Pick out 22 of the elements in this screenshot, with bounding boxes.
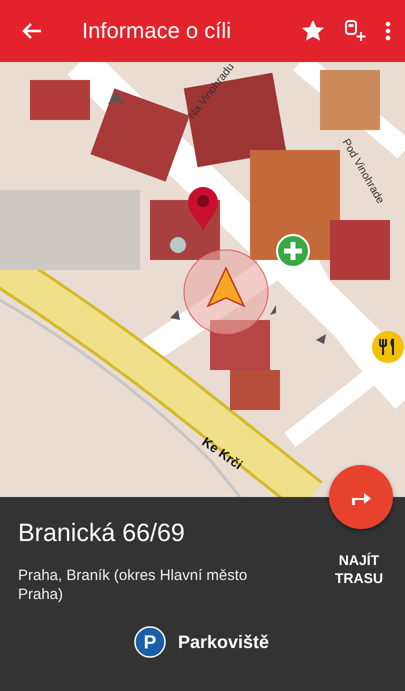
direction-arrow-icon [170,310,180,320]
fuel-plus-icon [343,19,367,43]
more-vertical-icon [385,21,391,41]
screen-title: Informace o cíli [81,18,232,44]
back-arrow-icon [22,22,42,40]
direction-arrow-icon [316,334,326,344]
location-pin-icon [187,186,219,232]
place-name: Branická 66/69 [18,519,186,548]
place-category: Parkoviště [178,632,270,652]
medical-cross-icon [276,234,310,268]
building [210,320,270,370]
find-route-button[interactable] [329,465,393,529]
direction-arrow-icon [108,92,124,104]
building [320,70,380,130]
star-icon [301,19,325,43]
direction-arrow-icon [270,305,276,315]
find-route-label[interactable]: NAJÍT TRASU [315,551,403,587]
parking-icon: P [134,626,166,658]
building [230,370,280,410]
restaurant-icon [371,330,405,364]
street-label: Ke Krči [199,434,246,472]
place-address: Praha, Braník (okres Hlavní město Praha) [18,566,248,604]
